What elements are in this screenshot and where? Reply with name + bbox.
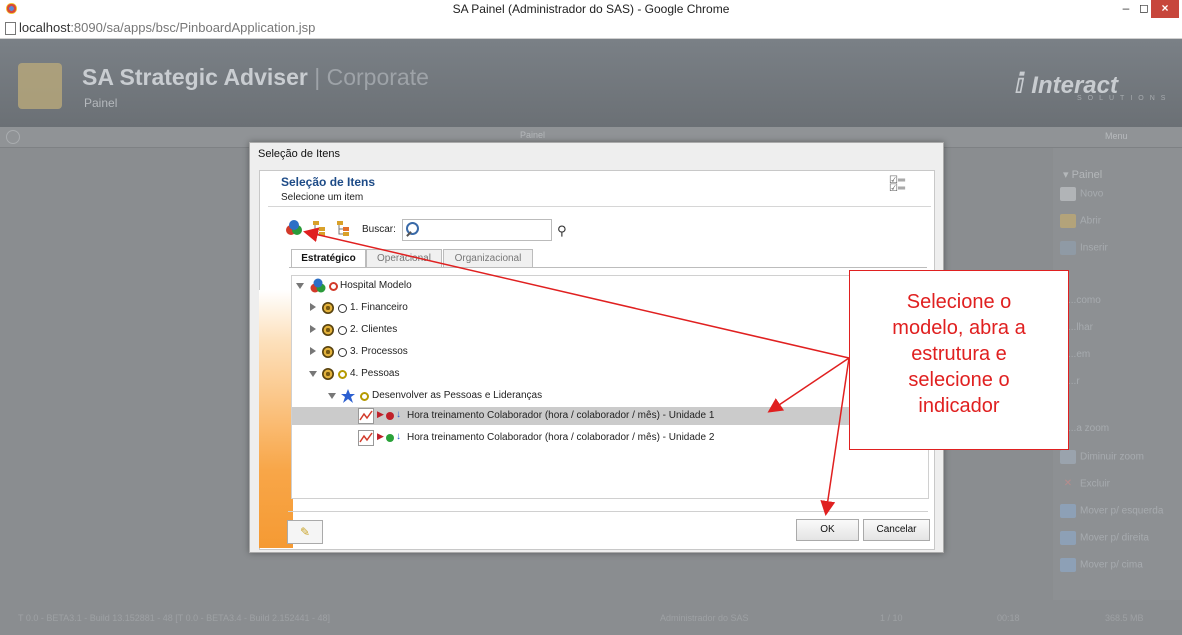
arrow-to-indicator: [767, 357, 850, 413]
arrow-to-model: [303, 227, 850, 359]
arrow-to-ok: [820, 357, 850, 516]
annotation-arrows: [303, 227, 850, 516]
